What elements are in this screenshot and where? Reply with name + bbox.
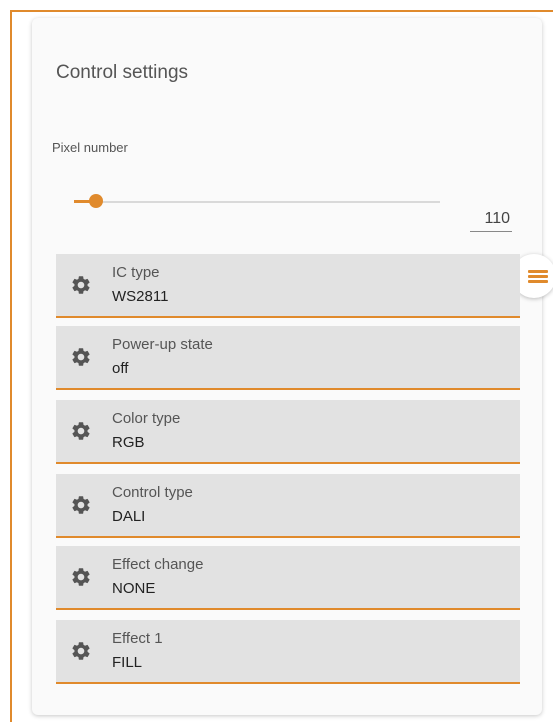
pixel-number-label: Pixel number [52,140,128,155]
setting-effect-change[interactable]: Effect change NONE [56,546,520,610]
setting-label: Power-up state [112,336,213,353]
setting-value: WS2811 [112,288,169,305]
setting-color-type[interactable]: Color type RGB [56,400,520,464]
setting-effect-1[interactable]: Effect 1 FILL [56,620,520,684]
frame-top-border [10,10,553,12]
setting-label: Color type [112,410,181,427]
setting-power-up-state[interactable]: Power-up state off [56,326,520,390]
gear-icon [72,422,90,440]
setting-value: DALI [112,508,146,525]
gear-icon [72,568,90,586]
card-title: Control settings [56,62,189,83]
slider-thumb[interactable] [88,194,103,208]
hamburger-menu-icon [528,268,548,285]
frame-left-border [10,10,12,722]
setting-label: Effect change [112,556,204,573]
setting-value: off [112,360,129,377]
setting-ic-type[interactable]: IC type WS2811 [56,254,520,318]
setting-label: Control type [112,484,193,501]
setting-value: RGB [112,434,145,451]
gear-icon [72,276,90,294]
setting-label: Effect 1 [112,630,163,647]
gear-icon [72,348,90,366]
pixel-number-input[interactable]: 110 [470,206,512,232]
setting-value: NONE [112,580,156,597]
setting-control-type[interactable]: Control type DALI [56,474,520,538]
setting-label: IC type [112,264,160,281]
pixel-number-slider[interactable] [74,192,440,212]
gear-icon [72,496,90,514]
gear-icon [72,642,90,660]
slider-track [74,201,440,203]
setting-value: FILL [112,654,143,671]
